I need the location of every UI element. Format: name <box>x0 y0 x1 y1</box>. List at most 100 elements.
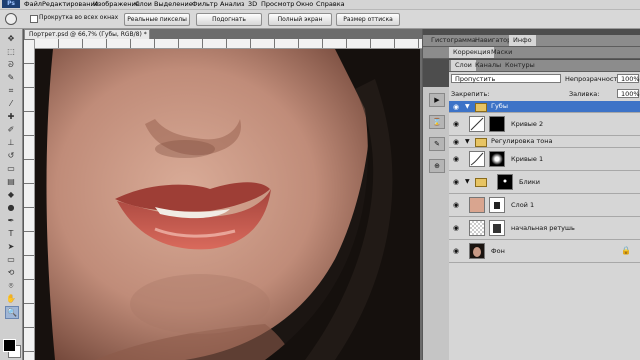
menu-analysis[interactable]: Анализ <box>220 0 245 9</box>
brush-panel-icon[interactable]: ✎ <box>429 137 445 151</box>
layer-mask-thumbnail[interactable] <box>489 197 505 213</box>
group-expand-icon[interactable]: ▼ <box>465 138 470 145</box>
history-brush-icon[interactable]: ↺ <box>5 150 17 161</box>
fill-screen-button[interactable]: Полный экран <box>268 13 332 26</box>
hand-tool-button-icon[interactable]: ✋ <box>5 293 17 304</box>
eye-icon[interactable]: ◉ <box>451 102 461 112</box>
pen-tool-icon[interactable]: ✒ <box>5 215 17 226</box>
layer-controls: Пропустить Непрозрачность: 100% <box>449 72 640 87</box>
layer-name: начальная ретушь <box>511 224 575 232</box>
menu-view[interactable]: Просмотр <box>261 0 294 9</box>
adjustments-panel-tabs: Коррекция Маски <box>423 47 640 59</box>
lasso-tool-icon[interactable]: ᘐ <box>5 59 17 70</box>
layer-row-layer-1[interactable]: ◉ Слой 1 <box>449 194 640 217</box>
layer-row-initial-retouch[interactable]: ◉ начальная ретушь <box>449 217 640 240</box>
tab-masks[interactable]: Маски <box>487 47 516 58</box>
menu-select[interactable]: Выделение <box>154 0 193 9</box>
layers-panel-tabs: Слои Каналы Контуры <box>449 60 640 72</box>
scroll-all-label: Прокрутка во всех окнах <box>39 14 119 21</box>
eye-icon[interactable]: ◉ <box>451 154 461 164</box>
layer-row-curves-2[interactable]: ◉ Кривые 2 <box>449 113 640 136</box>
menu-window[interactable]: Окно <box>296 0 313 9</box>
eye-icon[interactable]: ◉ <box>451 119 461 129</box>
layer-mask-thumbnail[interactable] <box>497 174 513 190</box>
menu-edit[interactable]: Редактирование <box>42 0 99 9</box>
layer-row-highlights[interactable]: ◉ ▼ Блики <box>449 171 640 194</box>
dodge-tool-icon[interactable]: ● <box>5 202 17 213</box>
layer-name: Губы <box>491 102 508 110</box>
layer-row-tone-group[interactable]: ◉ ▼ Регулировка тона <box>449 136 640 148</box>
move-tool-icon[interactable]: ✥ <box>5 33 17 44</box>
3d-rotate-icon[interactable]: ⟲ <box>5 267 17 278</box>
opacity-field[interactable]: 100% <box>617 74 640 83</box>
marquee-tool-icon[interactable]: ⬚ <box>5 46 17 57</box>
clone-source-icon[interactable]: ⊕ <box>429 159 445 173</box>
eye-icon[interactable]: ◉ <box>451 246 461 256</box>
layer-name: Регулировка тона <box>491 137 553 145</box>
options-bar: Прокрутка во всех окнах Реальные пикселы… <box>0 10 640 29</box>
menu-layers[interactable]: Слои <box>135 0 152 9</box>
scroll-all-checkbox[interactable] <box>30 15 38 23</box>
lock-row: Закрепить: Заливка: 100% <box>449 87 640 100</box>
tab-paths[interactable]: Контуры <box>501 60 539 71</box>
group-expand-icon[interactable]: ▼ <box>465 178 470 185</box>
actions-panel-icon[interactable]: ▶ <box>429 93 445 107</box>
eye-icon[interactable]: ◉ <box>451 137 461 147</box>
layer-row-background[interactable]: ◉ Фон 🔒 <box>449 240 640 263</box>
eyedropper-tool-icon[interactable]: ⁄ <box>5 98 17 109</box>
tab-channels[interactable]: Каналы <box>471 60 505 71</box>
eye-icon[interactable]: ◉ <box>451 223 461 233</box>
zoom-tool-icon[interactable]: 🔍 <box>5 306 19 319</box>
layer-row-curves-1[interactable]: ◉ Кривые 1 <box>449 148 640 171</box>
layer-thumbnail[interactable] <box>469 197 485 213</box>
menu-filter[interactable]: Фильтр <box>192 0 218 9</box>
layer-mask-thumbnail[interactable] <box>489 151 505 167</box>
path-select-icon[interactable]: ➤ <box>5 241 17 252</box>
layer-row-lips[interactable]: ◉ ▼ Губы <box>449 101 640 113</box>
menu-file[interactable]: Файл <box>24 0 42 9</box>
actual-pixels-button[interactable]: Реальные пикселы <box>124 13 190 26</box>
brush-tool-icon[interactable]: ✐ <box>5 124 17 135</box>
layer-mask-thumbnail[interactable] <box>489 220 505 236</box>
blur-tool-icon[interactable]: ◆ <box>5 189 17 200</box>
lock-icon: 🔒 <box>621 246 631 255</box>
folder-icon <box>475 103 487 112</box>
healing-tool-icon[interactable]: ✚ <box>5 111 17 122</box>
layer-name: Кривые 2 <box>511 120 544 128</box>
gradient-tool-icon[interactable]: ▤ <box>5 176 17 187</box>
print-size-button[interactable]: Размер оттиска <box>336 13 400 26</box>
group-expand-icon[interactable]: ▼ <box>465 103 470 110</box>
tools-panel: ✥ ⬚ ᘐ ✎ ⌗ ⁄ ✚ ✐ ⊥ ↺ ▭ ▤ ◆ ● ✒ T ➤ ▭ ⟲ ⌾ … <box>0 29 23 360</box>
type-tool-icon[interactable]: T <box>5 228 17 239</box>
tab-info[interactable]: Инфо <box>509 35 536 46</box>
eraser-tool-icon[interactable]: ▭ <box>5 163 17 174</box>
layer-thumbnail[interactable] <box>469 243 485 259</box>
folder-icon <box>475 178 487 187</box>
right-dock: Гистограмма Навигатор Инфо Коррекция Мас… <box>423 29 640 360</box>
menu-3d[interactable]: 3D <box>248 0 257 9</box>
eye-icon[interactable]: ◉ <box>451 200 461 210</box>
blend-mode-select[interactable]: Пропустить <box>451 74 561 83</box>
folder-icon <box>475 138 487 147</box>
lock-label: Закрепить: <box>451 90 490 98</box>
foreground-color-swatch[interactable] <box>3 339 16 352</box>
crop-tool-icon[interactable]: ⌗ <box>5 85 17 96</box>
3d-camera-icon[interactable]: ⌾ <box>5 280 17 291</box>
history-panel-icon[interactable]: ⌛ <box>429 115 445 129</box>
menu-image[interactable]: Изображение <box>93 0 140 9</box>
layer-name: Слой 1 <box>511 201 535 209</box>
eye-icon[interactable]: ◉ <box>451 177 461 187</box>
shape-tool-icon[interactable]: ▭ <box>5 254 17 265</box>
stamp-tool-icon[interactable]: ⊥ <box>5 137 17 148</box>
photoshop-logo: Ps <box>2 0 20 8</box>
fill-field[interactable]: 100% <box>617 89 640 98</box>
quick-select-icon[interactable]: ✎ <box>5 72 17 83</box>
info-panel-tabs: Гистограмма Навигатор Инфо <box>423 35 640 47</box>
layer-thumbnail[interactable] <box>469 220 485 236</box>
fit-screen-button[interactable]: Подогнать <box>196 13 262 26</box>
menu-help[interactable]: Справка <box>316 0 345 9</box>
document-tab[interactable]: Портрет.psd @ 66,7% (Губы, RGB/8) * <box>24 29 150 39</box>
image-canvas[interactable] <box>35 49 420 360</box>
layer-mask-thumbnail[interactable] <box>489 116 505 132</box>
layer-name: Фон <box>491 247 505 255</box>
